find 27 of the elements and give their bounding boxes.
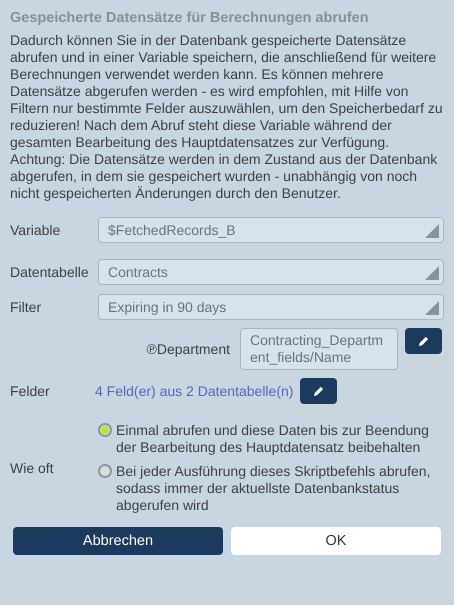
dropdown-field[interactable]: $FetchedRecords_B	[98, 217, 444, 243]
field-label: Wie oft	[10, 460, 55, 476]
edit-button[interactable]	[405, 328, 442, 354]
radio-label: Einmal abrufen und diese Daten bis zur Beendung der Bearbeitung des Hauptdatensatz beibehalten	[116, 422, 430, 456]
dropdown-field[interactable]: Expiring in 90 days	[98, 294, 444, 320]
field-label: Filter	[10, 299, 42, 315]
dialog-title: Gespeicherte Datensätze für Berechnungen abrufen	[10, 10, 370, 26]
field-label: ℗Department	[146, 341, 230, 357]
radio-button[interactable]	[98, 464, 112, 478]
description-paragraph: Achtung: Die Datensätze werden in dem Zustand aus der Datenbank abgerufen, in dem sie gespeichert wurden - unabhängig von noch nicht gespeicherten Änderungen durch den Benutzer.	[10, 151, 438, 202]
input-field[interactable]: Contracting_Department_fields/Name	[240, 328, 398, 370]
fields-link[interactable]: 4 Feld(er) aus 2 Datentabelle(n)	[95, 383, 294, 399]
pencil-icon	[417, 334, 430, 348]
dropdown-arrow-icon	[425, 224, 439, 238]
field-label: Felder	[10, 383, 51, 399]
field-label: Variable	[10, 222, 62, 238]
description-paragraph: Dadurch können Sie in der Datenbank gespeicherte Datensätze abrufen und in einer Variable speichern, die anschließend für weitere Berechnungen verwendet werden kann. Es können mehrere Datensätze abgerufen werden - es wird empfohlen, mit Hilfe von Filtern nur bestimmte Felder auszuwählen, um den Speicherbedarf zu reduzieren! Nach dem Abruf steht diese Variable während der gesamten Bearbeitung des Hauptdatensatzes zur Verfügung.	[10, 32, 444, 151]
field-label: Datentabelle	[10, 264, 90, 280]
radio-label: Bei jeder Ausführung dieses Skriptbefehls abrufen, sodass immer der aktuellste Datenbankstatus abgerufen wird	[116, 463, 432, 514]
cancel-button[interactable]: Abbrechen	[13, 527, 223, 555]
dropdown-arrow-icon	[425, 266, 439, 280]
dropdown-field[interactable]: Contracts	[98, 259, 444, 285]
dropdown-arrow-icon	[425, 301, 439, 315]
ok-button[interactable]: OK	[231, 527, 441, 555]
pencil-icon	[312, 384, 326, 398]
radio-button[interactable]	[98, 423, 112, 437]
edit-button[interactable]	[300, 378, 338, 404]
